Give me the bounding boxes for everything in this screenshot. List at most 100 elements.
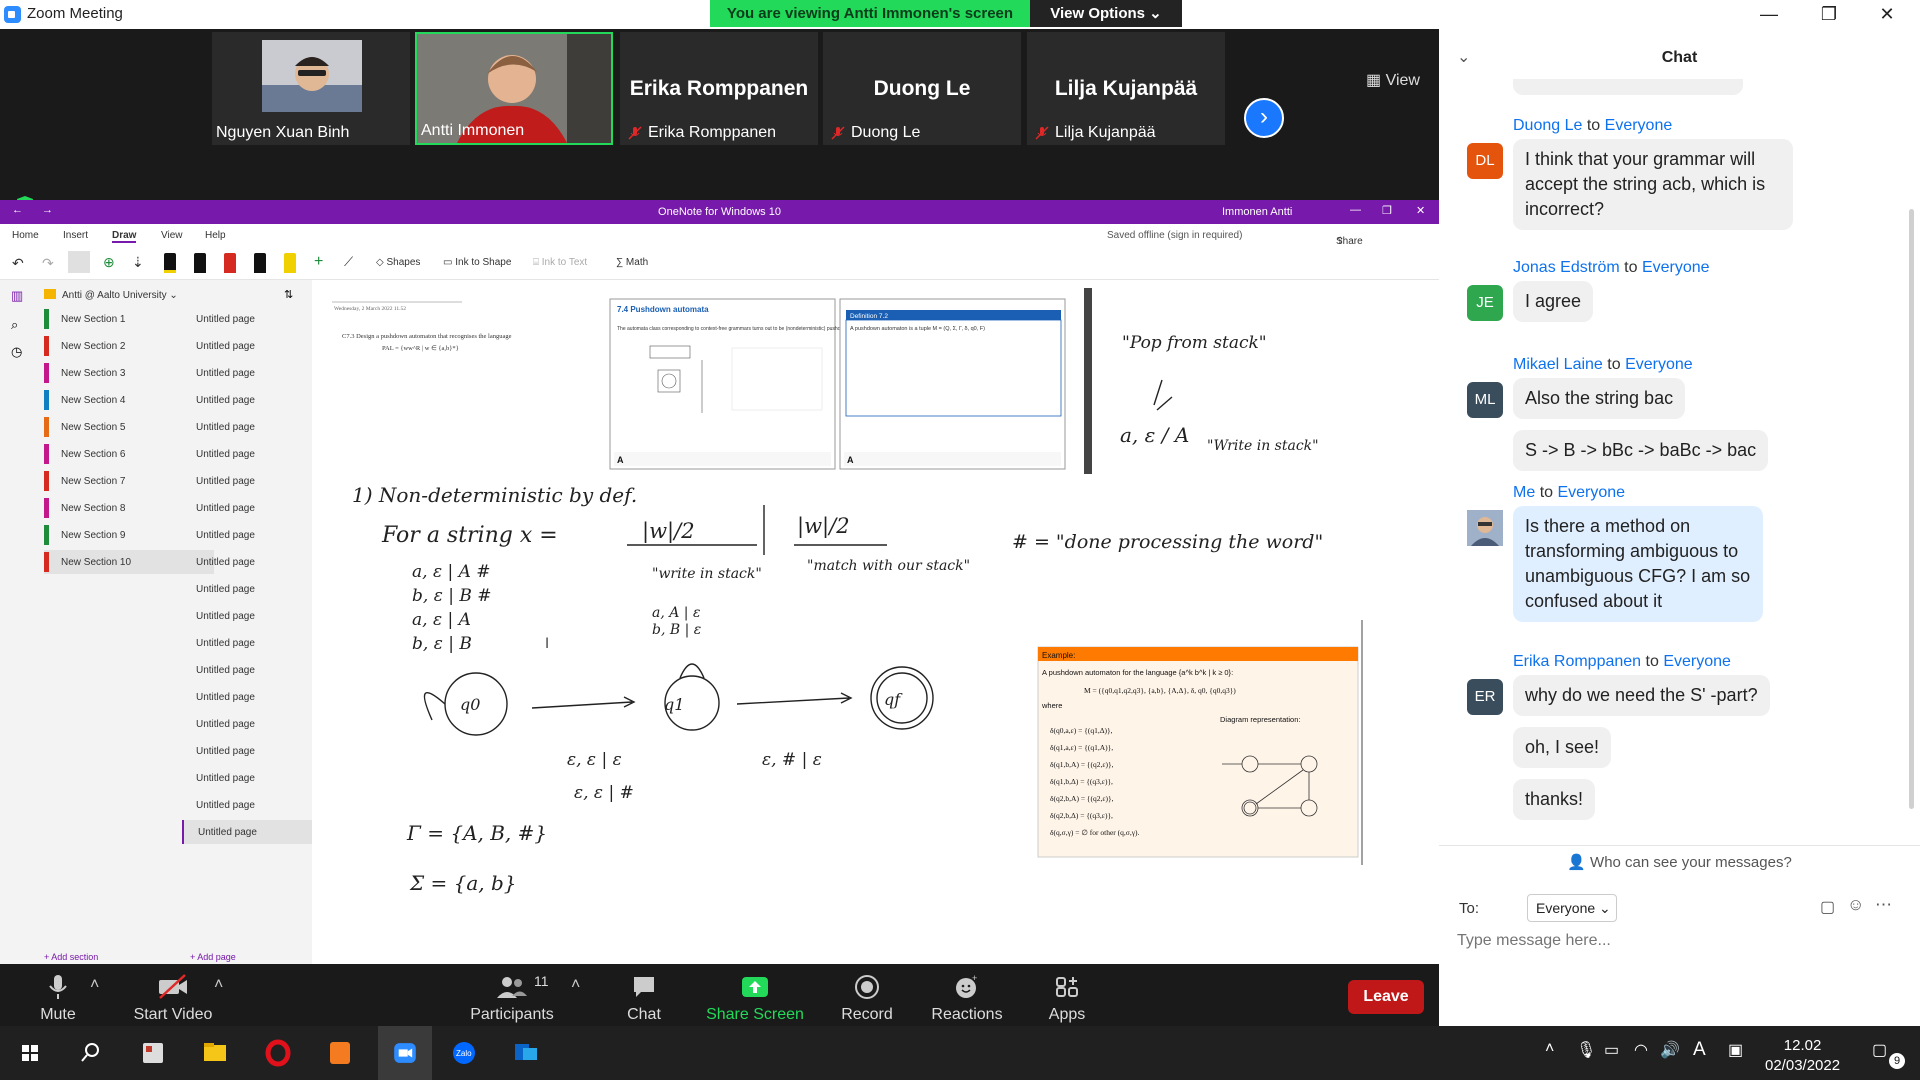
view-button[interactable]: ▦ View: [1366, 70, 1420, 90]
participant-tile-nguyen[interactable]: Nguyen Xuan Binh: [212, 32, 410, 145]
shapes-button[interactable]: ◇ Shapes: [376, 257, 420, 268]
more-icon[interactable]: ⋯: [1875, 895, 1892, 915]
opera-browser-icon[interactable]: [258, 1034, 298, 1072]
message-recipient[interactable]: Everyone: [1557, 484, 1625, 501]
show-hidden-icons-icon[interactable]: ˄: [1545, 1040, 1554, 1058]
system-clock[interactable]: 12.02 02/03/2022: [1765, 1036, 1840, 1076]
notebook-name[interactable]: Antti @ Aalto University ⌄: [62, 290, 178, 301]
on-close-icon[interactable]: ✕: [1416, 204, 1425, 217]
chat-scrollbar[interactable]: [1909, 209, 1914, 809]
page-item[interactable]: Untitled page: [182, 415, 312, 439]
page-item[interactable]: Untitled page: [182, 793, 312, 817]
page-item[interactable]: Untitled page: [182, 361, 312, 385]
search-taskbar-icon[interactable]: [70, 1034, 110, 1072]
undo-icon[interactable]: ↶: [12, 255, 24, 272]
add-page-button[interactable]: + Add page: [190, 952, 236, 962]
maximize-button[interactable]: ❐: [1806, 2, 1852, 26]
page-item[interactable]: Untitled page: [182, 334, 312, 358]
eraser-icon[interactable]: ⇣: [132, 254, 144, 271]
add-space-icon[interactable]: ⊕: [103, 254, 115, 271]
lasso-select-icon[interactable]: [68, 251, 90, 273]
mute-button[interactable]: Mute: [8, 964, 108, 1026]
page-item[interactable]: Untitled page: [182, 820, 312, 844]
chat-message-input[interactable]: [1457, 927, 1897, 955]
video-options-caret-icon[interactable]: ˄: [214, 976, 223, 994]
participant-tile-antti[interactable]: Antti Immonen: [415, 32, 613, 145]
wifi-icon[interactable]: ◠: [1634, 1040, 1648, 1060]
page-item[interactable]: Untitled page: [182, 523, 312, 547]
windows-start-icon[interactable]: [10, 1034, 50, 1072]
onenote-user[interactable]: Immonen Antti: [1222, 206, 1292, 218]
next-page-button[interactable]: ›: [1244, 98, 1284, 138]
emoji-icon[interactable]: ☺: [1847, 895, 1864, 915]
leave-button[interactable]: Leave: [1348, 980, 1424, 1014]
tab-draw[interactable]: Draw: [112, 230, 137, 243]
add-section-button[interactable]: + Add section: [44, 952, 98, 962]
message-sender[interactable]: Me: [1513, 484, 1535, 501]
close-button[interactable]: ✕: [1864, 2, 1910, 26]
page-item[interactable]: Untitled page: [182, 496, 312, 520]
message-recipient[interactable]: Everyone: [1642, 259, 1710, 276]
pen-workspace-icon[interactable]: ▣: [1728, 1040, 1743, 1060]
app-taskbar-icon-1[interactable]: [133, 1034, 173, 1072]
page-item[interactable]: Untitled page: [182, 442, 312, 466]
audio-options-caret-icon[interactable]: ˄: [90, 976, 99, 994]
tab-view[interactable]: View: [161, 230, 183, 241]
participant-tile-lilja[interactable]: Lilja Kujanpää Lilja Kujanpää: [1027, 32, 1225, 145]
redo-icon[interactable]: ↷: [42, 255, 54, 272]
language-indicator[interactable]: A: [1693, 1039, 1706, 1061]
tab-home[interactable]: Home: [12, 230, 39, 241]
view-options-button[interactable]: View Options ⌄: [1030, 0, 1182, 27]
recipient-dropdown[interactable]: Everyone ⌄: [1527, 894, 1617, 922]
message-recipient[interactable]: Everyone: [1663, 653, 1731, 670]
highlighter-icon[interactable]: [284, 253, 296, 273]
recent-icon[interactable]: ◷: [11, 344, 22, 360]
minimize-button[interactable]: —: [1746, 2, 1792, 26]
page-item[interactable]: Untitled page: [182, 388, 312, 412]
volume-icon[interactable]: 🔊: [1660, 1040, 1680, 1060]
pdf-app-icon[interactable]: [320, 1034, 360, 1072]
page-item[interactable]: Untitled page: [182, 739, 312, 763]
page-item[interactable]: Untitled page: [182, 550, 312, 574]
pen-black-3-icon[interactable]: [254, 253, 266, 273]
page-item[interactable]: Untitled page: [182, 712, 312, 736]
zoom-taskbar-slot[interactable]: [378, 1026, 432, 1080]
battery-icon[interactable]: ▭: [1604, 1040, 1619, 1060]
zalo-app-icon[interactable]: Zalo: [444, 1034, 484, 1072]
reactions-button[interactable]: + Reactions: [917, 964, 1017, 1026]
participants-caret-icon[interactable]: ˄: [571, 976, 580, 994]
message-recipient[interactable]: Everyone: [1625, 356, 1693, 373]
message-recipient[interactable]: Everyone: [1605, 117, 1673, 134]
participants-button[interactable]: 11 Participants: [462, 964, 562, 1026]
page-item[interactable]: Untitled page: [182, 766, 312, 790]
on-restore-icon[interactable]: ❐: [1382, 204, 1392, 217]
apps-button[interactable]: Apps: [1017, 964, 1117, 1026]
chat-button[interactable]: Chat: [594, 964, 694, 1026]
on-minimize-icon[interactable]: —: [1350, 204, 1361, 216]
pen-black-2-icon[interactable]: [194, 253, 206, 273]
who-can-see-link[interactable]: 👤 Who can see your messages?: [1439, 853, 1920, 871]
page-item[interactable]: Untitled page: [182, 307, 312, 331]
notification-center-icon[interactable]: ▢: [1872, 1040, 1887, 1060]
page-item[interactable]: Untitled page: [182, 577, 312, 601]
message-sender[interactable]: Jonas Edström: [1513, 259, 1620, 276]
outlook-app-icon[interactable]: [506, 1034, 546, 1072]
share-screen-button[interactable]: Share Screen: [705, 964, 805, 1026]
pen-red-icon[interactable]: [224, 253, 236, 273]
message-sender[interactable]: Mikael Laine: [1513, 356, 1603, 373]
message-sender[interactable]: Duong Le: [1513, 117, 1582, 134]
tab-help[interactable]: Help: [205, 230, 226, 241]
page-item[interactable]: Untitled page: [182, 469, 312, 493]
pen-black-icon[interactable]: [164, 253, 176, 273]
note-canvas[interactable]: Wednesday, 2 March 2022 11.52 C7.3 Desig…: [312, 280, 1437, 964]
notebooks-icon[interactable]: ▥: [11, 288, 23, 304]
message-sender[interactable]: Erika Romppanen: [1513, 653, 1641, 670]
record-button[interactable]: Record: [817, 964, 917, 1026]
page-item[interactable]: Untitled page: [182, 604, 312, 628]
page-item[interactable]: Untitled page: [182, 658, 312, 682]
page-item[interactable]: Untitled page: [182, 631, 312, 655]
sort-icon[interactable]: ⇅: [284, 288, 293, 301]
start-video-button[interactable]: Start Video: [123, 964, 223, 1026]
ink-to-shape-button[interactable]: ▭ Ink to Shape: [443, 257, 511, 268]
add-pen-icon[interactable]: +: [314, 253, 323, 271]
